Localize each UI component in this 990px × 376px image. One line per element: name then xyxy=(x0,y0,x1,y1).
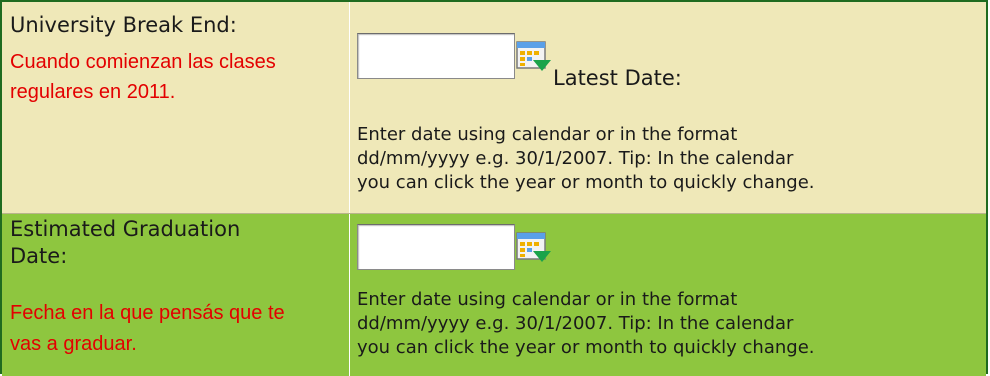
university-break-end-label: University Break End: xyxy=(10,13,237,37)
university-break-end-note-line2: regulares en 2011. xyxy=(10,81,176,103)
row-estimated-graduation-date: Estimated Graduation Date: Fecha en la q… xyxy=(2,214,986,376)
estimated-graduation-label-line1: Estimated Graduation xyxy=(10,217,241,241)
latest-date-label: Latest Date: xyxy=(553,66,682,90)
university-break-end-help-line3: you can click the year or month to quick… xyxy=(357,172,815,193)
estimated-graduation-note-line2: vas a graduar. xyxy=(10,333,137,355)
row-university-break-end: University Break End: Cuando comienzan l… xyxy=(2,2,986,214)
estimated-graduation-help-line1: Enter date using calendar or in the form… xyxy=(357,289,738,310)
column-divider xyxy=(349,214,350,376)
estimated-graduation-label-line2: Date: xyxy=(10,244,68,268)
calendar-icon[interactable] xyxy=(516,231,552,265)
date-form: University Break End: Cuando comienzan l… xyxy=(0,0,988,376)
estimated-graduation-input[interactable] xyxy=(357,224,515,270)
university-break-end-help-line1: Enter date using calendar or in the form… xyxy=(357,124,738,145)
estimated-graduation-help-line3: you can click the year or month to quick… xyxy=(357,337,815,358)
column-divider xyxy=(349,2,350,213)
university-break-end-input[interactable] xyxy=(357,33,515,79)
estimated-graduation-note-line1: Fecha en la que pensás que te xyxy=(10,302,285,324)
university-break-end-note-line1: Cuando comienzan las clases xyxy=(10,51,276,73)
university-break-end-help-line2: dd/mm/yyyy e.g. 30/1/2007. Tip: In the c… xyxy=(357,148,794,169)
calendar-icon[interactable] xyxy=(516,40,552,74)
estimated-graduation-help-line2: dd/mm/yyyy e.g. 30/1/2007. Tip: In the c… xyxy=(357,313,794,334)
